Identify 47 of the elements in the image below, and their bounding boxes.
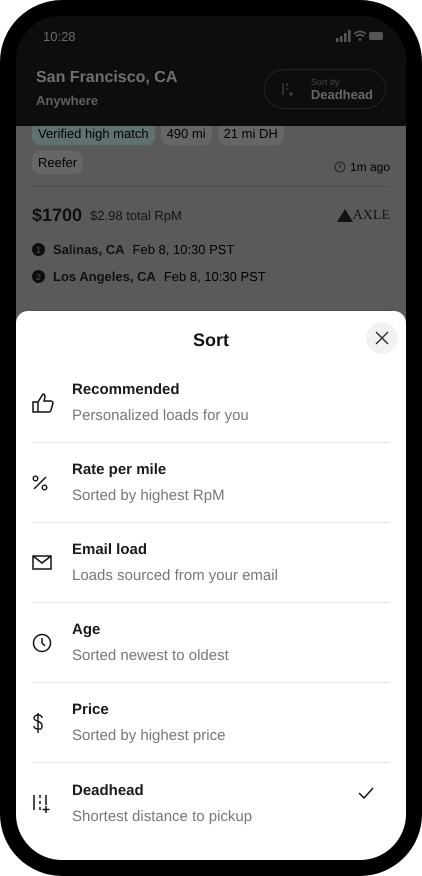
sort-option[interactable]: Age Sorted newest to oldest <box>32 603 390 683</box>
option-title: Rate per mile <box>72 461 168 478</box>
option-subtitle: Loads sourced from your email <box>72 567 279 584</box>
mail-icon <box>32 555 52 570</box>
clock-icon <box>334 160 346 172</box>
option-subtitle: Personalized loads for you <box>72 407 250 424</box>
company-logo: AXLE <box>336 208 390 224</box>
rpm-text: $2.98 total RpM <box>90 208 182 223</box>
option-subtitle: Sorted by highest RpM <box>72 487 226 504</box>
option-title: Deadhead <box>72 782 145 798</box>
stop-time: Feb 8, 10:30 PST <box>132 242 234 257</box>
option-subtitle: Shortest distance to pickup <box>72 808 254 824</box>
option-title: Price <box>72 701 110 718</box>
close-icon <box>375 331 389 345</box>
age-text: 1m ago <box>350 160 390 174</box>
thumbs-up-icon <box>32 392 54 412</box>
tag: Verified high match <box>32 126 155 145</box>
option-title: Email load <box>72 541 148 558</box>
stop-time: Feb 8, 10:30 PST <box>164 269 266 284</box>
sheet-title: Sort <box>193 330 229 350</box>
clock-icon <box>32 632 52 652</box>
stop-city: Salinas, CA <box>53 242 125 257</box>
status-time: 10:28 <box>43 28 76 44</box>
tag: Reefer <box>32 151 84 174</box>
tag: 490 mi <box>160 126 212 145</box>
destination-text: Anywhere <box>36 92 100 108</box>
option-subtitle: Sorted newest to oldest <box>72 647 230 664</box>
sort-option[interactable]: Deadhead Shortest distance to pickup <box>32 763 390 843</box>
deadhead-icon <box>32 793 52 813</box>
sort-option[interactable]: Rate per mile Sorted by highest RpM <box>32 443 390 523</box>
option-title: Age <box>72 621 102 638</box>
stop-number: 1 <box>32 243 45 256</box>
stop-city: Los Angeles, CA <box>53 269 156 284</box>
sort-option[interactable]: Recommended Personalized loads for you <box>32 363 390 443</box>
sort-option[interactable]: Price Sorted by highest price <box>32 683 390 763</box>
check-icon <box>358 787 374 799</box>
price-text: $1700 <box>32 205 82 226</box>
stop-number: 2 <box>32 270 45 283</box>
option-subtitle: Sorted by highest price <box>72 727 226 744</box>
option-title: Recommended <box>72 381 181 398</box>
close-button[interactable] <box>366 322 398 354</box>
status-icons <box>336 30 384 42</box>
dollar-icon <box>32 712 44 732</box>
percent-icon <box>32 474 48 490</box>
sort-option[interactable]: Email load Loads sourced from your email <box>32 523 390 603</box>
tag: 21 mi DH <box>218 126 284 145</box>
origin-text: San Francisco, CA <box>36 68 178 86</box>
